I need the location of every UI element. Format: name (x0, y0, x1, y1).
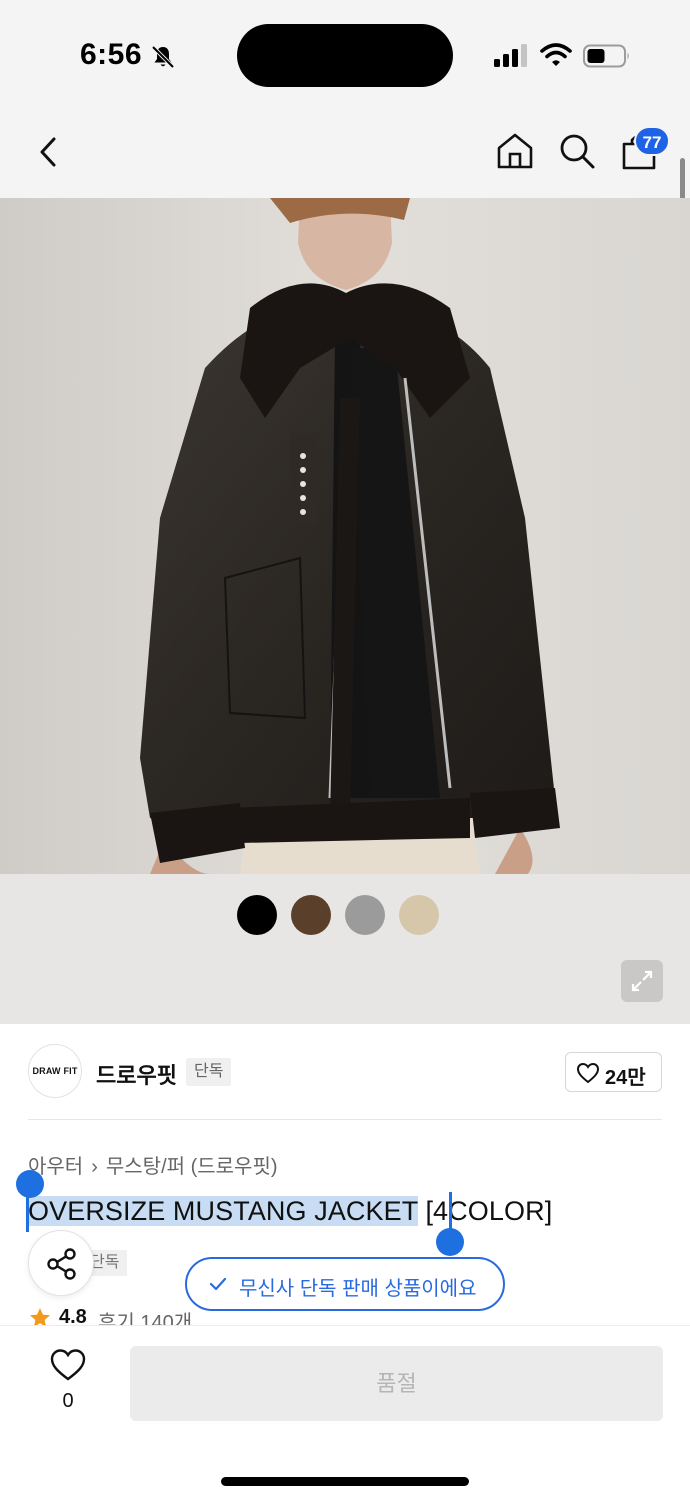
bell-off-icon (151, 45, 175, 69)
color-selector-area (0, 874, 690, 1024)
title-selected-text: OVERSIZE MUSTANG JACKET (28, 1196, 418, 1226)
product-photo (0, 198, 690, 874)
brand-name[interactable]: 드로우핏 (96, 1058, 177, 1090)
color-swatch-gray[interactable] (345, 895, 385, 935)
wifi-icon (540, 43, 572, 66)
breadcrumb-subcategory[interactable]: 무스탕/퍼 (드로우핏) (106, 1156, 278, 1178)
back-icon[interactable] (30, 132, 70, 172)
check-icon (209, 1277, 227, 1291)
expand-icon (631, 970, 653, 992)
heart-icon (576, 1062, 600, 1084)
battery-icon (583, 44, 629, 68)
brand-like-count: 24만 (605, 1067, 646, 1089)
like-count: 0 (62, 1390, 74, 1412)
exclusive-toast-text: 무신사 단독 판매 상품이에요 (239, 1278, 477, 1300)
cart-count-badge: 77 (634, 126, 670, 156)
home-icon[interactable] (494, 130, 536, 172)
chevron-right-icon: › (91, 1156, 98, 1178)
exclusive-toast: 무신사 단독 판매 상품이에요 (185, 1257, 505, 1311)
status-bar: 6:56 (0, 0, 690, 110)
soldout-button[interactable]: 품절 (130, 1346, 663, 1421)
product-image[interactable] (0, 198, 690, 874)
selection-handle-end[interactable] (436, 1228, 464, 1256)
selection-caret-end (449, 1192, 452, 1232)
home-indicator[interactable] (221, 1477, 469, 1486)
dynamic-island (237, 24, 453, 87)
share-icon (47, 1248, 76, 1280)
color-swatch-black[interactable] (237, 895, 277, 935)
selection-caret-start (26, 1196, 29, 1232)
heart-icon[interactable] (50, 1348, 86, 1382)
expand-image-button[interactable] (621, 960, 663, 1002)
signal-icon (494, 44, 527, 67)
brand-logo[interactable]: DRAW FIT (28, 1044, 82, 1098)
brand-exclusive-tag: 단독 (186, 1058, 232, 1086)
title-rest-text: [4COLOR] (417, 1196, 553, 1226)
breadcrumb: 아우터 › 무스탕/퍼 (드로우핏) (28, 1150, 278, 1179)
divider (28, 1119, 662, 1120)
product-title[interactable]: OVERSIZE MUSTANG JACKET [4COLOR] (28, 1196, 552, 1227)
status-time: 6:56 (80, 38, 143, 71)
share-button[interactable] (28, 1230, 94, 1296)
color-swatch-brown[interactable] (291, 895, 331, 935)
selection-handle-start[interactable] (16, 1170, 44, 1198)
color-swatch-beige[interactable] (399, 895, 439, 935)
brand-like-button[interactable]: 24만 (565, 1052, 662, 1092)
search-icon[interactable] (556, 130, 598, 172)
navigation-bar (0, 110, 690, 198)
